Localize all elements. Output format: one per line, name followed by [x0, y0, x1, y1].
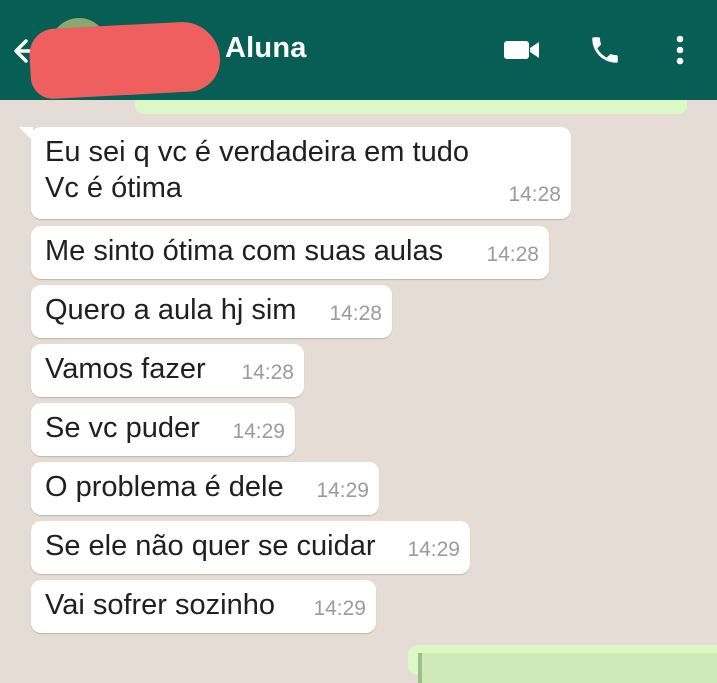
message-time: 14:28: [329, 302, 382, 325]
message-time: 14:29: [316, 479, 369, 502]
message-text: Se vc puder: [45, 412, 200, 444]
contact-name[interactable]: Aluna: [225, 32, 307, 65]
incoming-message[interactable]: Me sinto ótima com suas aulas 14:28: [31, 226, 549, 279]
message-text: Se ele não quer se cuidar: [45, 530, 376, 562]
bubble-tail: [19, 127, 33, 141]
next-outgoing-message: [408, 645, 717, 683]
phone-icon[interactable]: [585, 30, 625, 70]
chat-header: Aluna: [0, 0, 717, 100]
incoming-message[interactable]: Quero a aula hj sim 14:28: [31, 285, 392, 338]
message-time: 14:29: [313, 597, 366, 620]
message-text: Vamos fazer: [45, 353, 206, 385]
message-time: 14:29: [407, 538, 460, 561]
incoming-message[interactable]: Se ele não quer se cuidar 14:29: [31, 521, 470, 574]
message-text-line: Vc é ótima: [45, 172, 182, 204]
redaction-mark: [28, 20, 222, 100]
message-time: 14:28: [241, 361, 294, 384]
message-time: 14:29: [232, 420, 285, 443]
message-time: 14:28: [508, 183, 561, 206]
more-options-icon[interactable]: [660, 30, 700, 70]
incoming-message[interactable]: Eu sei q vc é verdadeira em tudo Vc é ót…: [19, 127, 571, 219]
message-text-line: Eu sei q vc é verdadeira em tudo: [45, 136, 469, 168]
message-time: 14:28: [486, 243, 539, 266]
message-text: O problema é dele: [45, 471, 284, 503]
incoming-message[interactable]: Vai sofrer sozinho 14:29: [31, 580, 376, 633]
incoming-message[interactable]: O problema é dele 14:29: [31, 462, 379, 515]
video-call-icon[interactable]: [502, 30, 542, 70]
message-text: Vai sofrer sozinho: [45, 589, 275, 621]
message-text: Me sinto ótima com suas aulas: [45, 235, 444, 267]
incoming-message[interactable]: Vamos fazer 14:28: [31, 344, 304, 397]
incoming-message[interactable]: Se vc puder 14:29: [31, 403, 295, 456]
message-text: Quero a aula hj sim: [45, 294, 297, 326]
